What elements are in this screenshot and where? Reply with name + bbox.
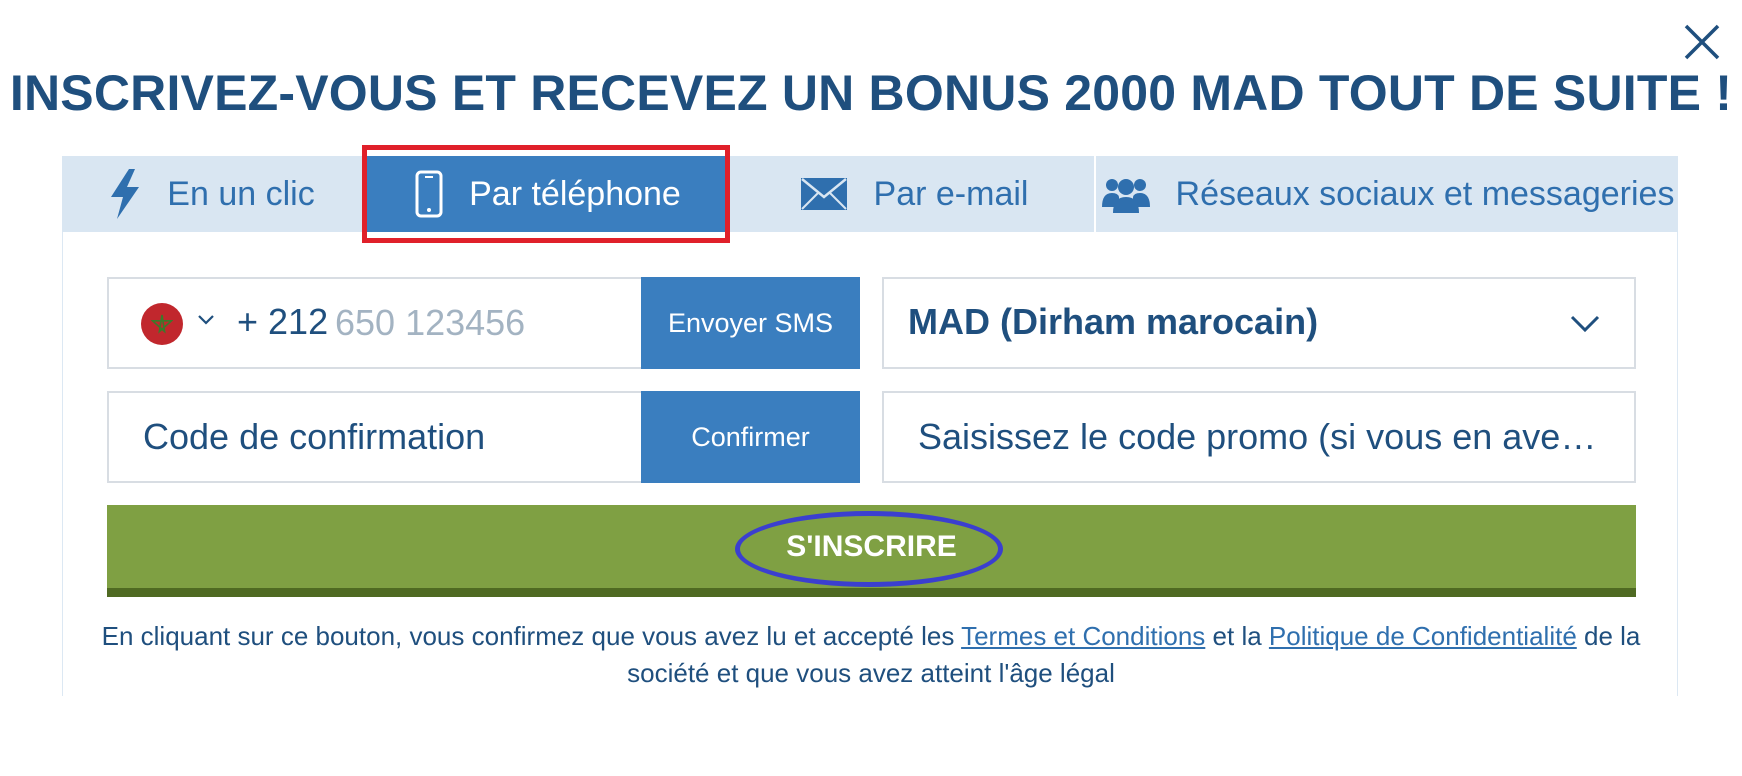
lightning-icon [109,169,141,219]
promo-code-input[interactable] [918,407,1608,467]
close-icon [1684,24,1720,60]
close-button[interactable] [1680,20,1724,64]
confirm-button[interactable]: Confirmer [641,391,860,483]
tab-label: Réseaux sociaux et messageries [1175,174,1675,213]
phone-icon [415,170,443,218]
disclaimer-text: et la [1205,621,1269,651]
users-icon [1101,175,1150,213]
phone-field: + 212 Envoyer SMS [107,277,860,369]
send-sms-button[interactable]: Envoyer SMS [641,277,860,369]
tab-label: Par téléphone [469,174,681,213]
tab-one-click[interactable]: En un clic [62,156,362,232]
tab-social[interactable]: Réseaux sociaux et messageries [1098,156,1678,232]
disclaimer-text: En cliquant sur ce bouton, vous confirme… [101,621,962,651]
modal-title: INSCRIVEZ-VOUS ET RECEVEZ UN BONUS 2000 … [9,65,1733,121]
phone-input[interactable] [335,293,635,353]
envelope-icon [800,177,848,211]
tab-label: Par e-mail [873,174,1029,213]
chevron-down-icon [1568,309,1602,342]
privacy-link[interactable]: Politique de Confidentialité [1269,621,1577,651]
confirmation-code-field: Confirmer [107,391,860,483]
tab-phone[interactable]: Par téléphone [367,156,729,232]
register-button[interactable]: S'INSCRIRE [107,505,1636,597]
currency-value: MAD (Dirham marocain) [908,301,1319,342]
promo-code-field [882,391,1636,483]
confirmation-code-input[interactable] [143,407,623,467]
tab-label: En un clic [167,174,315,213]
morocco-flag-icon[interactable] [141,303,183,345]
phone-prefix: + 212 [237,301,329,342]
currency-select[interactable]: MAD (Dirham marocain) [882,277,1636,369]
tab-email[interactable]: Par e-mail [734,156,1096,232]
registration-tabs: En un clic Par téléphone Par e-mail Rése… [62,156,1678,232]
legal-disclaimer: En cliquant sur ce bouton, vous confirme… [100,618,1642,692]
terms-link[interactable]: Termes et Conditions [961,621,1205,651]
chevron-down-icon[interactable] [195,309,217,336]
